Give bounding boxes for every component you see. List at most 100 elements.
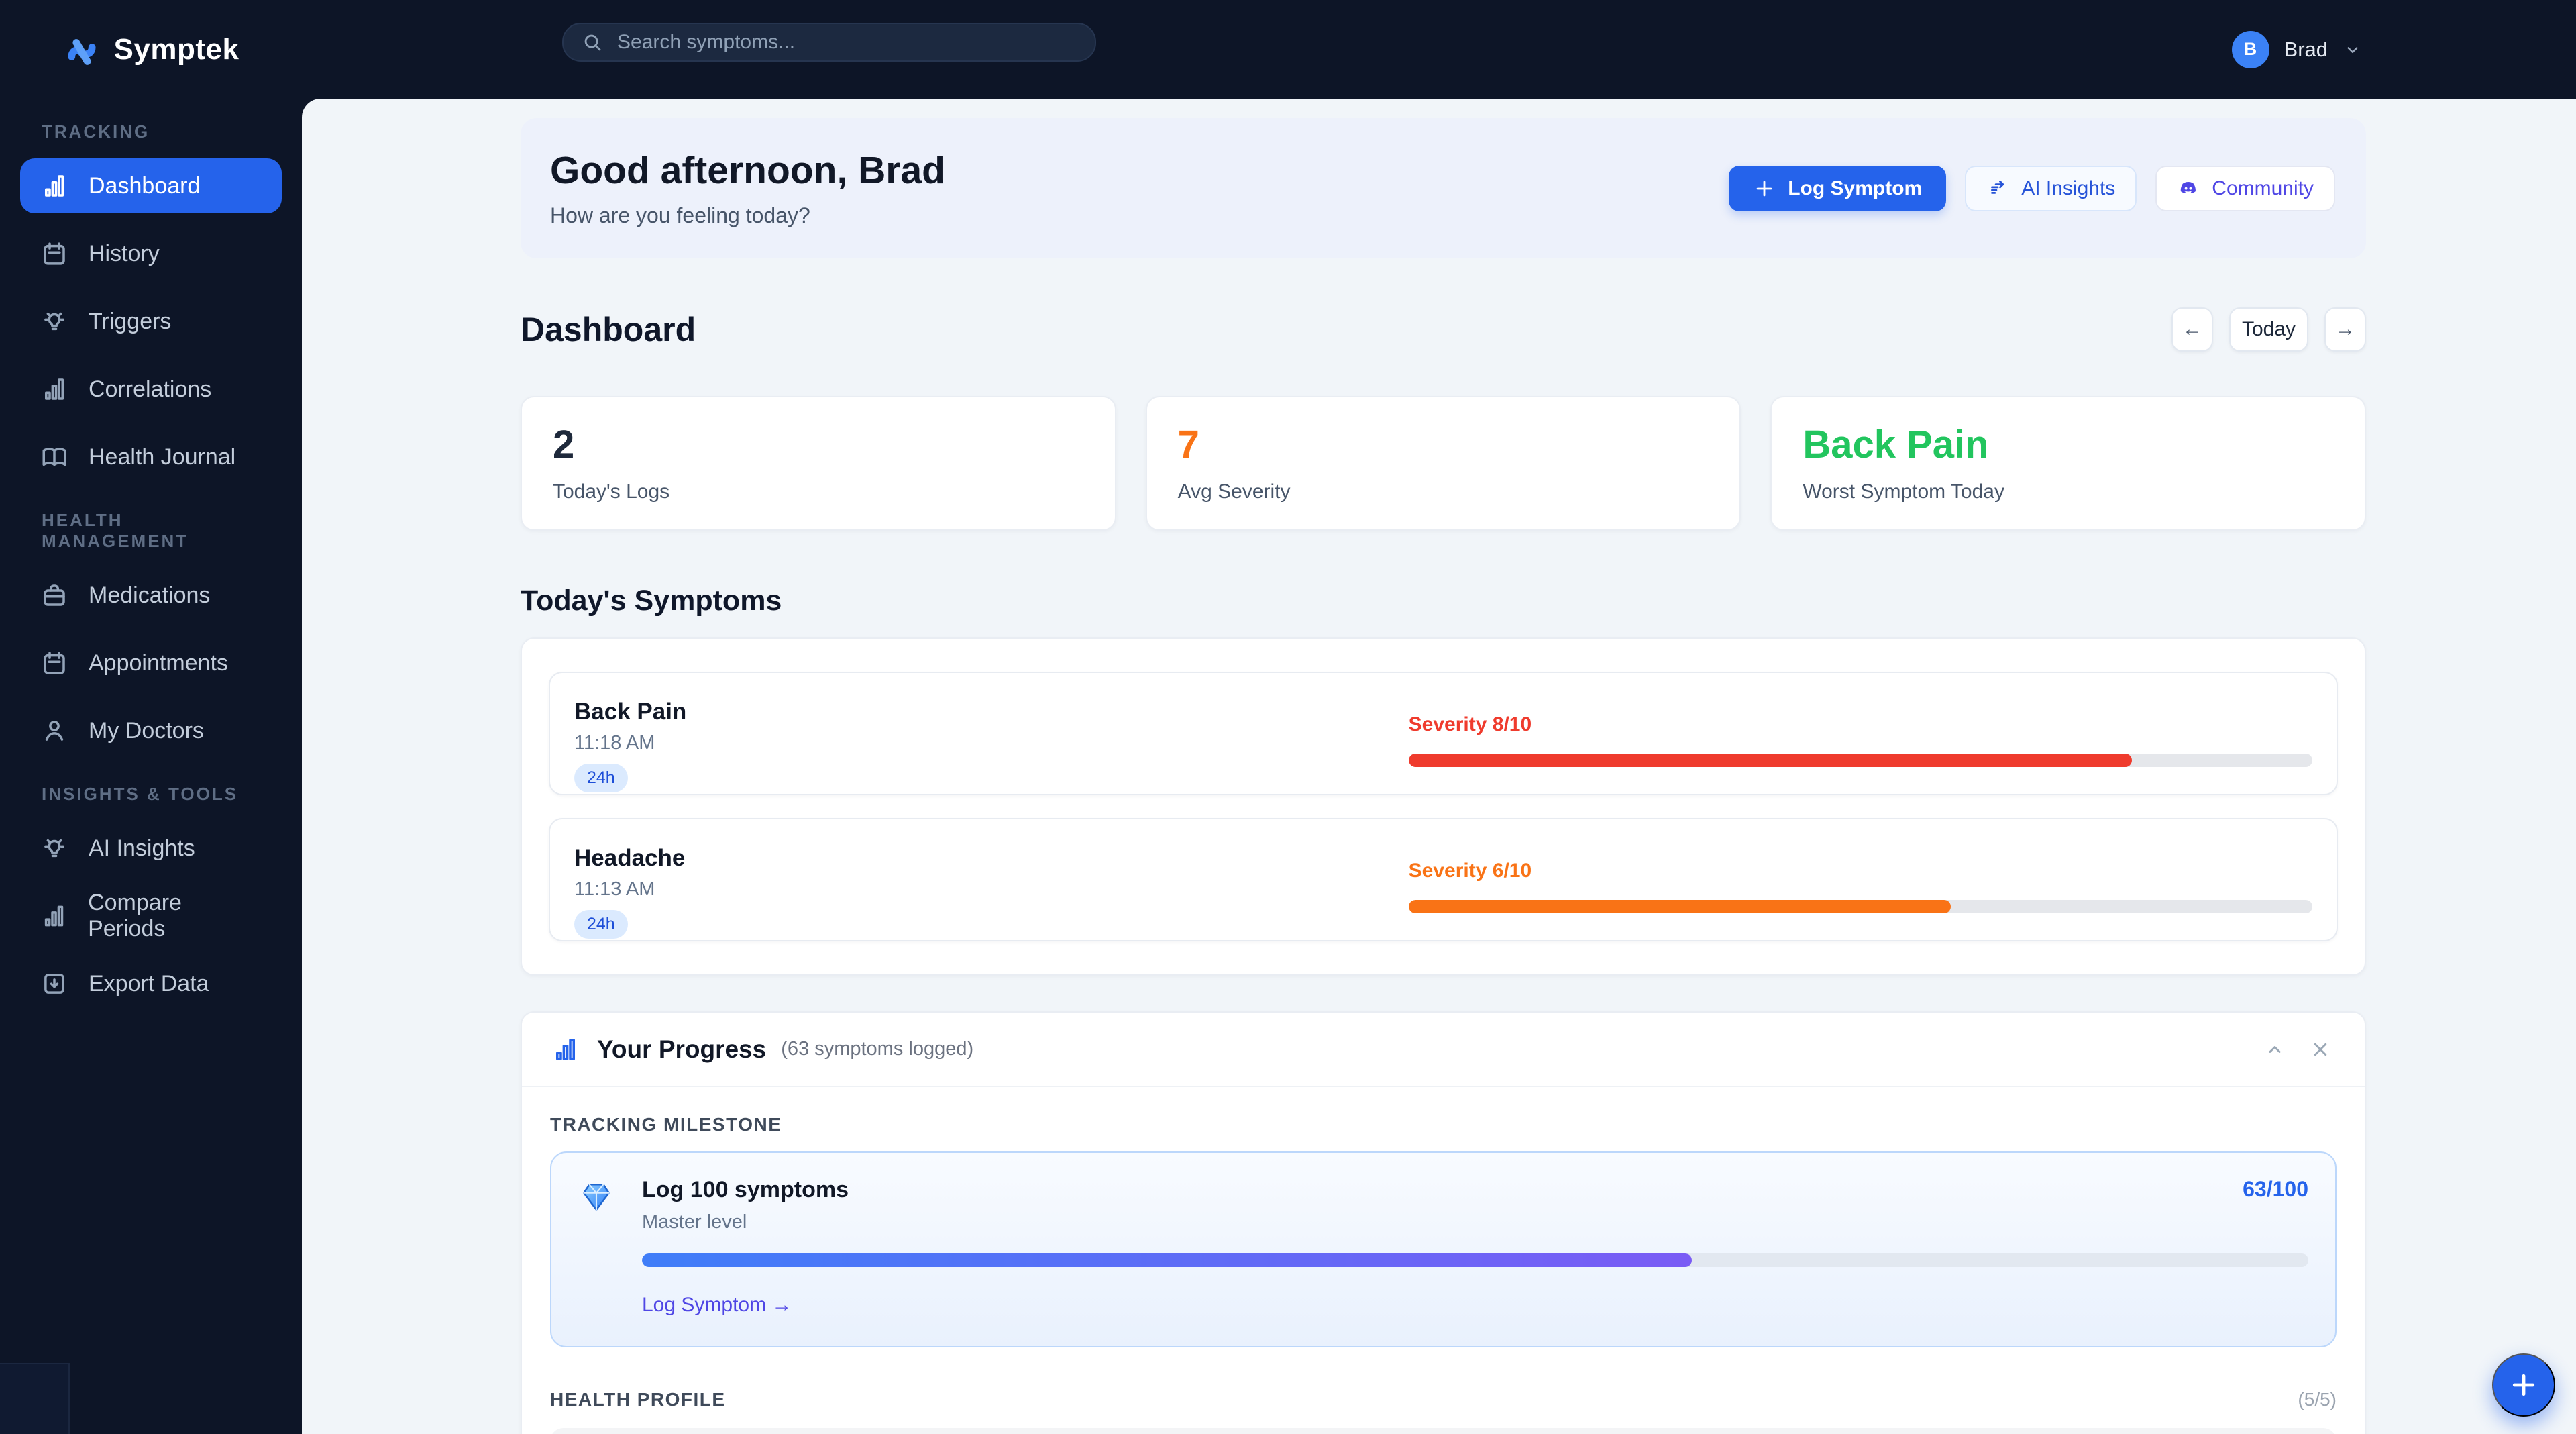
trending-arrow-icon xyxy=(1991,180,2004,194)
medkit-icon xyxy=(44,584,65,606)
sidebar-item-health-journal[interactable]: Health Journal xyxy=(20,429,282,484)
symptom-name: Headache xyxy=(574,845,686,871)
sidebar-item-label: Correlations xyxy=(89,376,212,402)
plus-icon xyxy=(2512,1374,2535,1396)
sidebar-item-appointments[interactable]: Appointments xyxy=(20,635,282,690)
milestone-progress-count: 63/100 xyxy=(2243,1177,2308,1201)
next-day-button[interactable]: → xyxy=(2324,307,2366,352)
milestone-title: Log 100 symptoms xyxy=(642,1177,849,1202)
sidebar-item-label: My Doctors xyxy=(89,717,204,744)
stat-value: 7 xyxy=(1177,423,1199,466)
calendar-icon xyxy=(44,652,65,674)
sidebar-item-medications[interactable]: Medications xyxy=(20,568,282,623)
prev-day-button[interactable]: ← xyxy=(2171,307,2213,352)
ai-insights-label: AI Insights xyxy=(2021,176,2116,199)
sidebar-item-ai-insights[interactable]: AI Insights xyxy=(20,821,282,876)
log-symptom-label: Log Symptom xyxy=(1788,176,1923,199)
sidebar-item-compare-periods[interactable]: Compare Periods xyxy=(20,888,282,943)
milestone-level: Master level xyxy=(642,1211,747,1233)
plus-icon xyxy=(1756,181,1772,196)
severity-label: Severity 6/10 xyxy=(1408,860,1532,882)
brand-name: Symptek xyxy=(113,32,239,66)
symptom-row-back-pain[interactable]: Back Pain 11:18 AM 24h Severity 8/10 xyxy=(549,672,2338,795)
nav-section-tracking: TRACKING xyxy=(42,121,150,142)
community-button[interactable]: Community xyxy=(2155,165,2335,211)
your-progress-panel: Your Progress (63 symptoms logged) TRACK… xyxy=(521,1011,2366,1434)
sidebar-item-history[interactable]: History xyxy=(20,226,282,281)
health-profile-heading: HEALTH PROFILE xyxy=(550,1389,726,1410)
bar-chart-icon xyxy=(556,1038,575,1060)
close-panel-button[interactable] xyxy=(2306,1035,2335,1064)
severity-bar-fill xyxy=(1408,754,2132,767)
chevron-down-icon xyxy=(2347,46,2358,53)
tracking-milestone-heading: TRACKING MILESTONE xyxy=(550,1114,782,1135)
sidebar-item-my-doctors[interactable]: My Doctors xyxy=(20,703,282,758)
bar-chart-icon xyxy=(44,905,64,927)
milestone-bar-fill xyxy=(642,1253,1692,1267)
health-profile-count: (5/5) xyxy=(2298,1389,2337,1410)
severity-bar-track xyxy=(1408,900,2312,913)
stat-label: Worst Symptom Today xyxy=(1803,480,2004,503)
today-button[interactable]: Today xyxy=(2229,307,2308,352)
stat-card-avg-severity: 7 Avg Severity xyxy=(1145,396,1741,531)
user-menu[interactable]: B Brad xyxy=(2231,0,2363,99)
log-symptom-button[interactable]: Log Symptom xyxy=(1729,165,1947,211)
lightbulb-icon xyxy=(44,312,64,331)
symptom-time: 11:13 AM xyxy=(574,878,655,900)
severity-bar-fill xyxy=(1408,900,1951,913)
add-symptom-fab[interactable] xyxy=(2492,1353,2555,1417)
welcome-title: Good afternoon, Brad xyxy=(550,149,945,192)
symptoms-list: Back Pain 11:18 AM 24h Severity 8/10 Hea… xyxy=(521,637,2366,976)
symptek-logo-icon xyxy=(67,38,96,65)
lightbulb-icon xyxy=(44,839,64,858)
milestone-bar-track xyxy=(642,1253,2308,1267)
stat-label: Avg Severity xyxy=(1177,480,1291,503)
sidebar-item-label: Medications xyxy=(89,582,211,608)
book-open-icon xyxy=(42,448,66,466)
health-profile-card: Link triggers to symptoms Track what tri… xyxy=(550,1428,2337,1434)
discord-icon xyxy=(2181,181,2196,193)
close-icon xyxy=(2314,1043,2327,1056)
sidebar-item-label: Compare Periods xyxy=(88,890,182,941)
nav-section-health-management: HEALTH MANAGEMENT xyxy=(42,510,189,551)
search-box[interactable] xyxy=(562,23,1096,62)
file-export-icon xyxy=(44,974,64,994)
sidebar-item-label: Health Journal xyxy=(89,444,236,470)
ai-insights-button[interactable]: AI Insights xyxy=(1965,165,2137,211)
chevron-up-icon xyxy=(2269,1045,2281,1053)
community-label: Community xyxy=(2212,176,2314,199)
sidebar-item-label: Triggers xyxy=(89,308,172,334)
nav-section-insights-tools: INSIGHTS & TOOLS xyxy=(42,784,239,804)
topbar: B Brad xyxy=(302,0,2576,99)
sidebar-item-correlations[interactable]: Correlations xyxy=(20,362,282,417)
stat-label: Today's Logs xyxy=(553,480,670,503)
page-title: Dashboard xyxy=(521,311,696,348)
main-content: Good afternoon, Brad How are you feeling… xyxy=(302,99,2576,1434)
stat-value: 2 xyxy=(553,423,575,466)
welcome-subtitle: How are you feeling today? xyxy=(550,203,810,227)
progress-count-note: (63 symptoms logged) xyxy=(781,1038,974,1060)
sidebar-item-triggers[interactable]: Triggers xyxy=(20,294,282,349)
stat-value: Back Pain xyxy=(1803,423,1989,466)
stat-card-todays-logs: 2 Today's Logs xyxy=(521,396,1116,531)
search-icon xyxy=(584,34,601,51)
gem-icon xyxy=(583,1184,610,1211)
milestone-card: Log 100 symptoms Master level 63/100 Log… xyxy=(550,1151,2337,1347)
sidebar-nav: TRACKING Dashboard History Triggers Corr… xyxy=(0,77,302,1011)
user-icon xyxy=(45,721,64,741)
todays-symptoms-heading: Today's Symptoms xyxy=(521,584,782,617)
avatar[interactable]: B xyxy=(2231,30,2269,68)
duration-badge: 24h xyxy=(574,764,628,792)
sidebar-item-export-data[interactable]: Export Data xyxy=(20,956,282,1011)
sidebar-item-dashboard[interactable]: Dashboard xyxy=(20,158,282,213)
collapse-panel-button[interactable] xyxy=(2260,1035,2290,1064)
search-input[interactable] xyxy=(617,31,1077,54)
sidebar: Symptek TRACKING Dashboard History Trigg… xyxy=(0,0,302,1434)
sidebar-corner-panel xyxy=(0,1363,70,1434)
symptom-row-headache[interactable]: Headache 11:13 AM 24h Severity 6/10 xyxy=(549,818,2338,941)
welcome-banner: Good afternoon, Brad How are you feeling… xyxy=(521,118,2366,258)
sidebar-item-label: Appointments xyxy=(89,650,228,676)
milestone-log-symptom-link[interactable]: Log Symptom → xyxy=(642,1294,792,1317)
sidebar-item-label: History xyxy=(89,240,160,266)
stat-card-worst-symptom: Back Pain Worst Symptom Today xyxy=(1770,396,2366,531)
